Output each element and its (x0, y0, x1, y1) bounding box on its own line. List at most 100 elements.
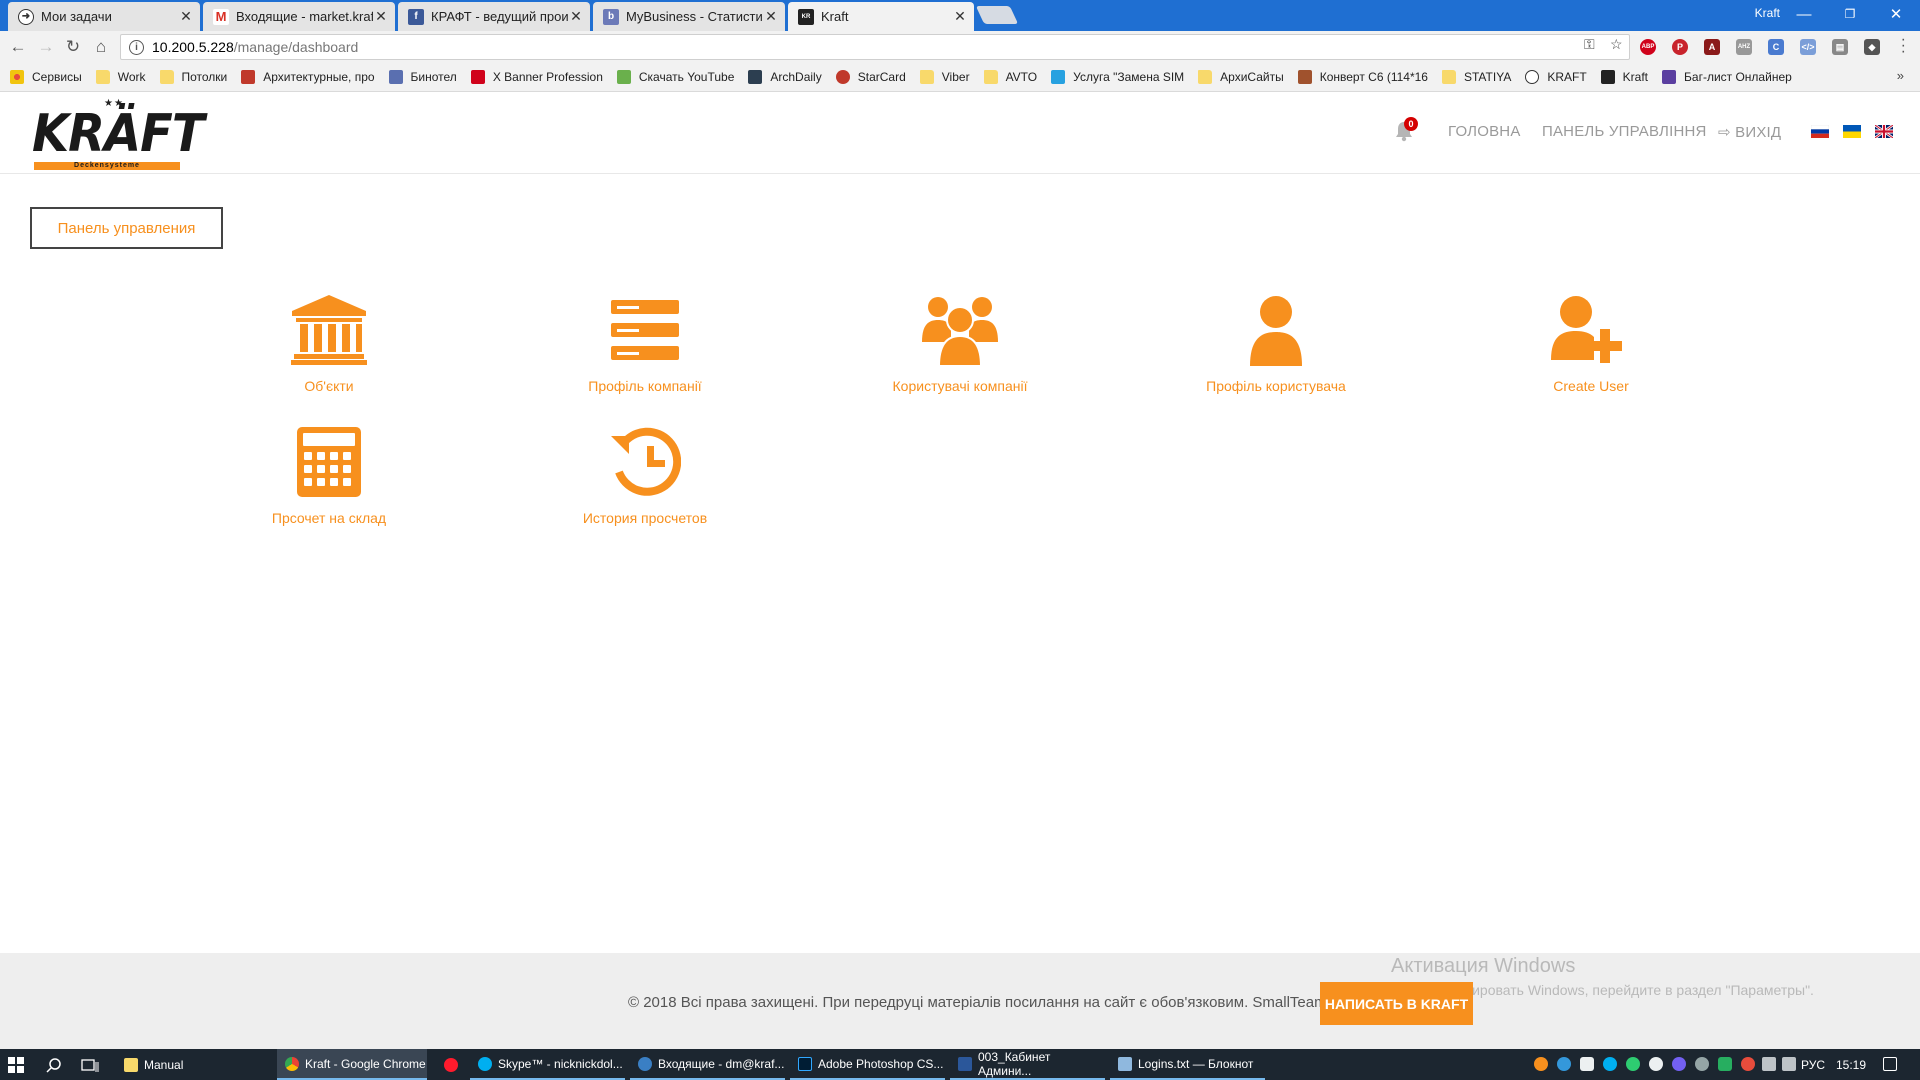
new-tab-button[interactable] (975, 6, 1019, 24)
pdf-icon[interactable]: A (1704, 39, 1720, 55)
bookmark[interactable]: Kraft (1600, 70, 1648, 84)
translate-icon[interactable]: AHZ (1736, 39, 1752, 55)
taskbar-app-word[interactable]: 003_Кабинет Админи... (950, 1049, 1105, 1080)
tile-company-users[interactable]: Користувачі компанії (850, 294, 1070, 394)
close-window-icon[interactable]: ✕ (1873, 0, 1919, 28)
nav-logout[interactable]: ⇨ ВИХІД (1718, 123, 1781, 141)
browser-tab[interactable]: M Входящие - market.kraft ✕ (203, 2, 395, 31)
tray-icon[interactable] (1534, 1057, 1548, 1071)
adblock-icon[interactable]: ABP (1640, 39, 1656, 55)
flag-ru-icon[interactable] (1811, 125, 1829, 138)
bookmark-folder[interactable]: Viber (919, 70, 970, 84)
taskbar-app-photoshop[interactable]: Adobe Photoshop CS... (790, 1049, 945, 1080)
tray-icon[interactable] (1626, 1057, 1640, 1071)
kraft-logo[interactable]: ★★ KRÄFT Deckensysteme (32, 98, 205, 170)
extension-icon[interactable]: ▤ (1832, 39, 1848, 55)
nav-control-panel[interactable]: ПАНЕЛЬ УПРАВЛІННЯ (1542, 123, 1707, 140)
extension-icon[interactable]: C (1768, 39, 1784, 55)
close-tab-icon[interactable]: ✕ (763, 8, 779, 25)
search-icon[interactable] (44, 1055, 64, 1075)
notification-badge: 0 (1404, 117, 1418, 131)
tray-icon[interactable] (1695, 1057, 1709, 1071)
bookmark[interactable]: KRAFT (1525, 70, 1587, 84)
windows-start-icon[interactable] (6, 1055, 26, 1075)
info-tray-icon[interactable] (1649, 1057, 1663, 1071)
address-bar[interactable]: i 10.200.5.228/manage/dashboard (120, 34, 1630, 60)
extension-icon[interactable]: ◆ (1864, 39, 1880, 55)
browser-tab[interactable]: b MyBusiness - Статистика ✕ (593, 2, 785, 31)
bookmark[interactable]: ArchDaily (748, 70, 822, 84)
bookmark-folder[interactable]: Work (95, 70, 146, 84)
close-tab-icon[interactable]: ✕ (373, 8, 389, 25)
bookmark[interactable]: Конверт C6 (114*16 (1297, 70, 1428, 84)
flag-ua-icon[interactable] (1843, 125, 1861, 138)
bookmark[interactable]: Бинотел (388, 70, 457, 84)
code-extension-icon[interactable]: </> (1800, 39, 1816, 55)
viber-tray-icon[interactable] (1672, 1057, 1686, 1071)
bookmark[interactable]: Скачать YouTube (616, 70, 734, 84)
tray-icon[interactable] (1557, 1057, 1571, 1071)
write-to-kraft-button[interactable]: НАПИСАТЬ В KRAFT (1320, 982, 1473, 1025)
tile-warehouse-calc[interactable]: Прсочет на склад (219, 426, 439, 526)
taskbar-app-notepad[interactable]: Logins.txt — Блокнот (1110, 1049, 1265, 1080)
bookmark-folder[interactable]: STATIYA (1441, 70, 1511, 84)
key-icon[interactable]: ⚿ (1584, 36, 1595, 53)
notification-center-icon[interactable] (1883, 1057, 1897, 1071)
tile-create-user[interactable]: Create User (1481, 294, 1701, 394)
tray-icon[interactable] (1718, 1057, 1732, 1071)
tile-user-profile[interactable]: Профіль користувача (1166, 294, 1386, 394)
tray-icon[interactable] (1741, 1057, 1755, 1071)
network-icon[interactable] (1762, 1057, 1776, 1071)
close-tab-icon[interactable]: ✕ (178, 8, 194, 25)
bookmark[interactable]: X Banner Profession (470, 70, 603, 84)
cloud-icon[interactable] (1580, 1057, 1594, 1071)
bookmark[interactable]: Баг-лист Онлайнер (1662, 70, 1792, 84)
bookmarks-overflow-button[interactable]: » (1897, 68, 1904, 83)
skype-tray-icon[interactable] (1603, 1057, 1617, 1071)
bookmark[interactable]: StarCard (835, 70, 906, 84)
tile-calc-history[interactable]: История просчетов (535, 426, 755, 526)
home-icon[interactable]: ⌂ (91, 37, 111, 57)
folder-icon (983, 70, 998, 84)
bookmark[interactable]: Архитектурные, про (241, 70, 375, 84)
tile-label: Профіль компанії (588, 378, 702, 394)
taskbar-app-skype[interactable]: Skype™ - nicknickdol... (470, 1049, 625, 1080)
kraft-icon (1600, 70, 1615, 84)
tile-company-profile[interactable]: Профіль компанії (535, 294, 755, 394)
reload-icon[interactable]: ↻ (63, 37, 83, 57)
chrome-menu-icon[interactable]: · · · (1901, 32, 1906, 60)
task-view-icon[interactable] (80, 1055, 100, 1075)
tile-label: Прсочет на склад (271, 510, 387, 526)
folder-icon (1441, 70, 1456, 84)
volume-icon[interactable] (1782, 1057, 1796, 1071)
taskbar-app-thunderbird[interactable]: Входящие - dm@kraf... (630, 1049, 785, 1080)
taskbar-app-opera[interactable] (436, 1049, 466, 1080)
close-tab-icon[interactable]: ✕ (952, 8, 968, 25)
restore-icon[interactable]: ❐ (1827, 0, 1873, 28)
close-tab-icon[interactable]: ✕ (568, 8, 584, 25)
bookmark-folder[interactable]: Потолки (159, 70, 227, 84)
bookmark[interactable]: Услуга "Замена SIM (1051, 70, 1184, 84)
control-panel-button[interactable]: Панель управления (30, 207, 223, 249)
forward-icon[interactable]: → (36, 37, 56, 57)
bookmark-apps[interactable]: Сервисы (10, 70, 82, 84)
nav-home[interactable]: ГОЛОВНА (1448, 123, 1521, 140)
taskbar-app-chrome[interactable]: Kraft - Google Chrome (277, 1049, 427, 1080)
minimize-icon[interactable]: — (1781, 0, 1827, 28)
tile-objects[interactable]: Об'єкти (219, 294, 439, 394)
pinterest-icon[interactable]: P (1672, 39, 1688, 55)
flag-en-icon[interactable] (1875, 125, 1893, 138)
bookmark-folder[interactable]: AVTO (983, 70, 1037, 84)
clock[interactable]: 15:19 (1836, 1058, 1866, 1072)
binotel-icon (388, 70, 403, 84)
browser-tab-active[interactable]: KR Kraft ✕ (788, 2, 974, 31)
taskbar-app-explorer[interactable]: Manual (116, 1049, 266, 1080)
bookmark-star-icon[interactable]: ☆ (1610, 36, 1623, 53)
back-icon[interactable]: ← (8, 37, 28, 57)
bookmark-folder[interactable]: АрхиСайты (1198, 70, 1284, 84)
window-profile-name[interactable]: Kraft (1755, 6, 1780, 20)
input-language[interactable]: РУС (1801, 1058, 1825, 1072)
browser-tab[interactable]: f КРАФТ - ведущий произ ✕ (398, 2, 590, 31)
browser-tab[interactable]: ➜ Мои задачи ✕ (8, 2, 200, 31)
site-info-icon[interactable]: i (129, 39, 144, 55)
